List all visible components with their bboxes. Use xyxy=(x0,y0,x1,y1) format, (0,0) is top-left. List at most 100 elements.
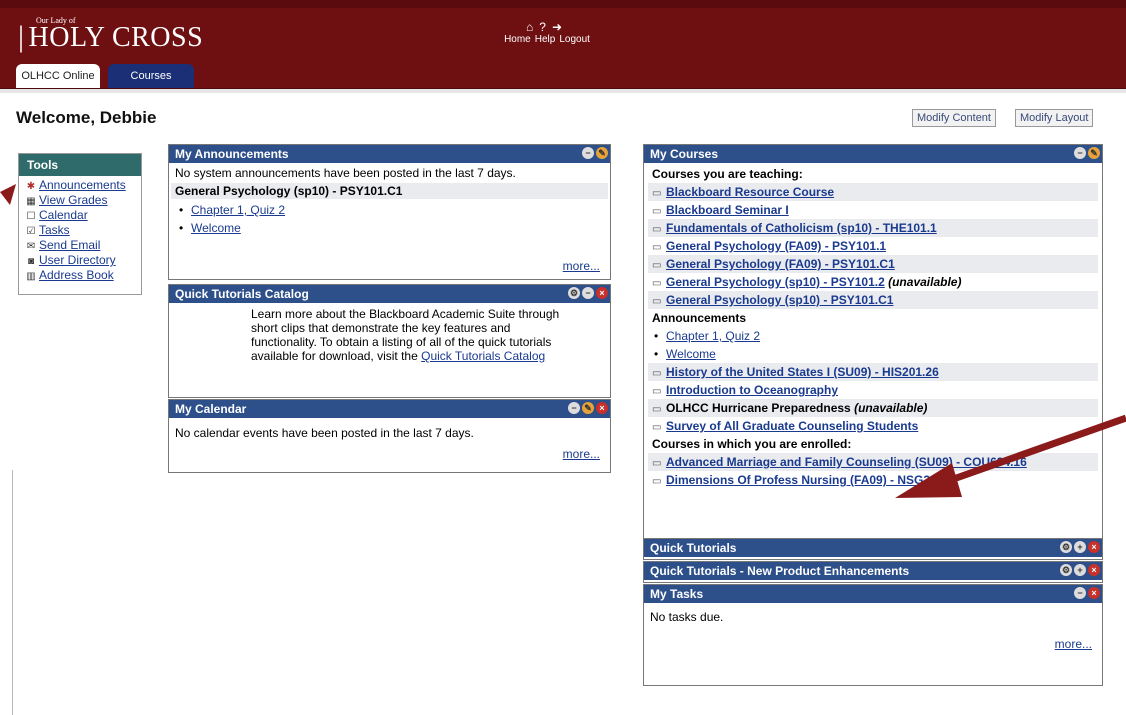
settings-icon[interactable]: ⚙ xyxy=(1060,541,1072,553)
course-link[interactable]: General Psychology (sp10) - PSY101.2 xyxy=(666,275,885,289)
close-icon[interactable]: × xyxy=(1088,587,1100,599)
courses-module: My Courses − ✎ Courses you are teaching: … xyxy=(643,144,1103,542)
tools-panel: Tools ✱ Announcements ▦ View Grades ☐ Calen… xyxy=(18,153,142,295)
course-link[interactable]: History of the United States I (SU09) - … xyxy=(666,365,939,379)
announcement-link[interactable]: Chapter 1, Quiz 2 xyxy=(191,203,285,217)
course-row: ▭ Advanced Marriage and Family Counseling… xyxy=(648,453,1098,471)
tools-title: Tools xyxy=(19,154,141,176)
announcement-link[interactable]: Welcome xyxy=(191,221,241,235)
course-row: ▭ Blackboard Resource Course xyxy=(648,183,1098,201)
tools-item-announcements[interactable]: ✱ Announcements xyxy=(25,178,141,193)
page-title: Welcome, Debbie xyxy=(16,108,157,127)
logo-cross-icon: | xyxy=(18,20,25,53)
minimize-icon[interactable]: − xyxy=(568,402,580,414)
list-item: • Welcome xyxy=(654,347,716,361)
minimize-icon[interactable]: − xyxy=(1074,147,1086,159)
module-header: My Tasks − × xyxy=(644,585,1102,603)
tasks-module: My Tasks − × No tasks due. more... xyxy=(643,584,1103,686)
calendar-more-link[interactable]: more... xyxy=(563,447,600,461)
minimize-icon[interactable]: − xyxy=(1074,587,1086,599)
close-icon[interactable]: × xyxy=(596,402,608,414)
header-bar: Our Lady of | HOLY CROSS ⌂?➜ Home Help Logo… xyxy=(0,0,1126,89)
announcement-link[interactable]: Welcome xyxy=(666,347,716,361)
list-item: • Welcome xyxy=(179,221,241,235)
close-icon[interactable]: × xyxy=(1088,564,1100,576)
help-icon[interactable]: ? xyxy=(539,20,552,34)
module-header: Quick Tutorials Catalog ⚙ − × xyxy=(169,285,610,303)
section-heading: Courses you are teaching: xyxy=(652,167,803,181)
course-row: ▭ General Psychology (FA09) - PSY101.C1 xyxy=(648,255,1098,273)
course-row: ▭ General Psychology (sp10) - PSY101.2 (u… xyxy=(648,273,1098,291)
course-link[interactable]: Dimensions Of Profess Nursing (FA09) - N… xyxy=(666,473,953,487)
announcement-icon: ✱ xyxy=(26,181,36,192)
calendar-module: My Calendar − ✎ × No calendar events have … xyxy=(168,399,611,473)
edit-icon[interactable]: ✎ xyxy=(582,402,594,414)
unavailable-label: (unavailable) xyxy=(888,275,962,289)
list-item: • Chapter 1, Quiz 2 xyxy=(179,203,286,217)
announcements-more-link[interactable]: more... xyxy=(563,259,600,273)
course-link[interactable]: General Psychology (FA09) - PSY101.C1 xyxy=(666,257,895,271)
module-title: My Courses xyxy=(650,147,719,161)
user-directory-icon: ◙ xyxy=(27,256,35,267)
tools-item-user-directory[interactable]: ◙ User Directory xyxy=(25,253,141,268)
module-header: Quick Tutorials ⚙ + × xyxy=(644,539,1102,557)
quick-tutorials-catalog-module: Quick Tutorials Catalog ⚙ − × Learn more a… xyxy=(168,284,611,398)
tools-item-send-email[interactable]: ✉ Send Email xyxy=(25,238,141,253)
tasks-more-link[interactable]: more... xyxy=(1055,637,1092,651)
course-row: ▭ General Psychology (FA09) - PSY101.1 xyxy=(648,237,1098,255)
course-link[interactable]: Fundamentals of Catholicism (sp10) - THE… xyxy=(666,221,937,235)
tutorials-catalog-link[interactable]: Quick Tutorials Catalog xyxy=(421,349,545,363)
module-header: Quick Tutorials - New Product Enhancemen… xyxy=(644,562,1102,580)
course-link[interactable]: Advanced Marriage and Family Counseling … xyxy=(666,455,1027,469)
settings-icon[interactable]: ⚙ xyxy=(568,287,580,299)
settings-icon[interactable]: ⚙ xyxy=(1060,564,1072,576)
course-row: ▭ Introduction to Oceanography xyxy=(648,381,1098,399)
help-link[interactable]: Help xyxy=(535,34,556,45)
course-row: ▭ OLHCC Hurricane Preparedness (unavailab… xyxy=(648,399,1098,417)
edit-icon[interactable]: ✎ xyxy=(1088,147,1100,159)
tasks-empty-text: No tasks due. xyxy=(650,610,724,624)
logout-link[interactable]: Logout xyxy=(559,34,590,45)
close-icon[interactable]: × xyxy=(1088,541,1100,553)
course-link[interactable]: General Psychology (FA09) - PSY101.1 xyxy=(666,239,886,253)
module-title: Quick Tutorials - New Product Enhancemen… xyxy=(650,564,910,578)
announcement-empty-text: No system announcements have been posted… xyxy=(175,166,516,180)
tools-item-tasks[interactable]: ☑ Tasks xyxy=(25,223,141,238)
tasks-icon: ☑ xyxy=(26,226,36,237)
expand-icon[interactable]: + xyxy=(1074,564,1086,576)
tab-courses[interactable]: Courses xyxy=(108,64,194,88)
logout-icon[interactable]: ➜ xyxy=(552,20,568,34)
quick-tutorials-module: Quick Tutorials ⚙ + × xyxy=(643,538,1103,560)
left-arrow-head xyxy=(0,184,16,205)
course-link[interactable]: Blackboard Resource Course xyxy=(666,185,834,199)
home-link[interactable]: Home xyxy=(504,34,531,45)
home-icon[interactable]: ⌂ xyxy=(526,20,539,34)
modify-layout-button[interactable]: Modify Layout xyxy=(1015,109,1094,127)
tools-item-calendar[interactable]: ☐ Calendar xyxy=(25,208,141,223)
course-link[interactable]: Survey of All Graduate Counseling Studen… xyxy=(666,419,918,433)
minimize-icon[interactable]: − xyxy=(582,287,594,299)
list-item: • Chapter 1, Quiz 2 xyxy=(654,329,761,343)
announcement-link[interactable]: Chapter 1, Quiz 2 xyxy=(666,329,760,343)
modify-content-button[interactable]: Modify Content xyxy=(912,109,996,127)
tools-item-address-book[interactable]: ▥ Address Book xyxy=(25,268,141,283)
left-border-line xyxy=(12,470,13,715)
close-icon[interactable]: × xyxy=(596,287,608,299)
minimize-icon[interactable]: − xyxy=(582,147,594,159)
course-link[interactable]: Introduction to Oceanography xyxy=(666,383,838,397)
expand-icon[interactable]: + xyxy=(1074,541,1086,553)
tools-item-view-grades[interactable]: ▦ View Grades xyxy=(25,193,141,208)
module-title: My Announcements xyxy=(175,147,289,161)
header-divider xyxy=(0,89,1126,93)
course-row: ▭ Blackboard Seminar I xyxy=(648,201,1098,219)
logo[interactable]: | HOLY CROSS xyxy=(18,20,203,54)
module-title: My Tasks xyxy=(650,587,704,601)
course-link[interactable]: Blackboard Seminar I xyxy=(666,203,789,217)
edit-icon[interactable]: ✎ xyxy=(596,147,608,159)
tab-olhcc-online[interactable]: OLHCC Online xyxy=(16,64,100,88)
section-heading: Announcements xyxy=(652,311,747,325)
course-link[interactable]: General Psychology (sp10) - PSY101.C1 xyxy=(666,293,893,307)
calendar-icon: ☐ xyxy=(26,211,36,222)
course-row: ▭ History of the United States I (SU09) -… xyxy=(648,363,1098,381)
course-row: ▭ General Psychology (sp10) - PSY101.C1 xyxy=(648,291,1098,309)
